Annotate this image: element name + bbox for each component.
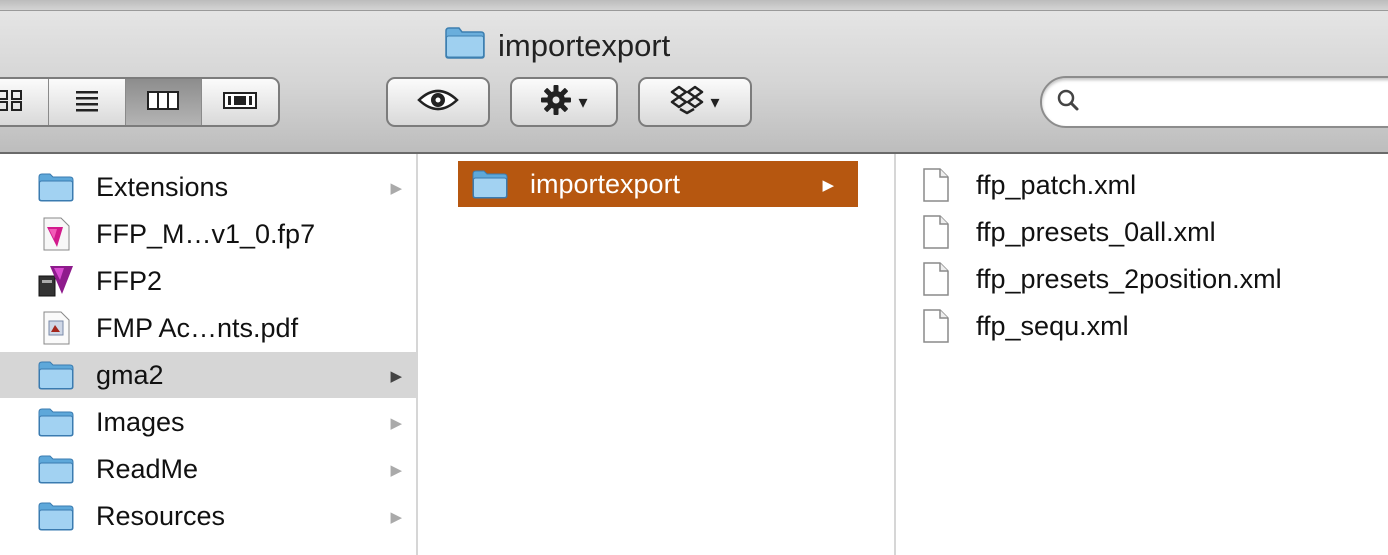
chevron-down-icon: ▾ bbox=[710, 92, 720, 112]
list-item-ffp-presets-0all[interactable]: ffp_presets_0all.xml bbox=[898, 209, 1388, 255]
item-label: Extensions bbox=[96, 171, 229, 202]
dropbox-icon bbox=[670, 85, 704, 120]
folder-icon bbox=[38, 170, 74, 204]
disclosure-arrow-icon: ▶ bbox=[390, 368, 402, 385]
folder-icon bbox=[38, 358, 74, 392]
list-item-ffp-patch[interactable]: ffp_patch.xml bbox=[898, 162, 1388, 208]
item-label: FFP2 bbox=[96, 265, 163, 296]
view-mode-segmented-control bbox=[0, 77, 280, 127]
item-label: ffp_patch.xml bbox=[976, 169, 1137, 200]
list-item-readme[interactable]: ReadMe ▶ bbox=[0, 446, 418, 492]
browser-column-2[interactable]: importexport ▶ bbox=[420, 154, 896, 555]
item-label: ffp_presets_2position.xml bbox=[976, 263, 1282, 294]
dropbox-menu-button[interactable]: ▾ bbox=[638, 77, 752, 127]
list-view-icon bbox=[72, 88, 102, 117]
disclosure-arrow-icon: ▶ bbox=[390, 180, 402, 197]
gear-icon bbox=[540, 84, 572, 121]
icon-view-icon bbox=[0, 88, 25, 117]
list-item-ffp-m-v1-0[interactable]: FFP_M…v1_0.fp7 bbox=[0, 211, 418, 257]
filemaker-app-icon bbox=[38, 264, 74, 298]
disclosure-arrow-icon: ▶ bbox=[390, 462, 402, 479]
list-item-images[interactable]: Images ▶ bbox=[0, 399, 418, 445]
folder-icon bbox=[38, 499, 74, 533]
cover-flow-icon bbox=[222, 88, 258, 117]
document-icon bbox=[918, 309, 954, 343]
finder-toolbar: importexport ▾ ▾ bbox=[0, 0, 1388, 154]
search-icon bbox=[1056, 88, 1080, 117]
item-label: importexport bbox=[530, 168, 681, 199]
item-label: ffp_presets_0all.xml bbox=[976, 216, 1216, 247]
browser-column-1[interactable]: Extensions ▶ FFP_M…v1_0.fp7 FFP2 FMP Ac…… bbox=[0, 154, 418, 555]
disclosure-arrow-icon: ▶ bbox=[822, 177, 834, 194]
cover-flow-view-button[interactable] bbox=[202, 79, 278, 125]
search-input[interactable] bbox=[1088, 87, 1388, 117]
item-label: ReadMe bbox=[96, 453, 199, 484]
chevron-down-icon: ▾ bbox=[578, 92, 588, 112]
window-title-text: importexport bbox=[498, 28, 671, 63]
document-icon bbox=[918, 215, 954, 249]
item-label: FFP_M…v1_0.fp7 bbox=[96, 218, 316, 249]
item-label: FMP Ac…nts.pdf bbox=[96, 312, 299, 343]
list-item-ffp-presets-2position[interactable]: ffp_presets_2position.xml bbox=[898, 256, 1388, 302]
item-label: Resources bbox=[96, 500, 226, 531]
action-menu-button[interactable]: ▾ bbox=[510, 77, 618, 127]
browser-column-3[interactable]: ffp_patch.xml ffp_presets_0all.xml ffp_p… bbox=[898, 154, 1388, 555]
folder-icon bbox=[472, 167, 508, 201]
column-view-button[interactable] bbox=[125, 79, 203, 125]
folder-icon bbox=[38, 405, 74, 439]
list-item-fmp-pdf[interactable]: FMP Ac…nts.pdf bbox=[0, 305, 418, 351]
item-label: gma2 bbox=[96, 359, 164, 390]
list-view-button[interactable] bbox=[49, 79, 126, 125]
list-item-ffp2[interactable]: FFP2 bbox=[0, 258, 418, 304]
pdf-icon bbox=[38, 311, 74, 345]
document-icon bbox=[918, 168, 954, 202]
list-item-importexport[interactable]: importexport ▶ bbox=[458, 161, 858, 207]
list-item-extensions[interactable]: Extensions ▶ bbox=[0, 164, 418, 210]
document-icon bbox=[918, 262, 954, 296]
window-title: importexport bbox=[444, 26, 670, 66]
window-top-strip bbox=[0, 0, 1388, 11]
list-item-ffp-sequ[interactable]: ffp_sequ.xml bbox=[898, 303, 1388, 349]
item-label: Images bbox=[96, 406, 185, 437]
column-view-icon bbox=[146, 88, 180, 117]
disclosure-arrow-icon: ▶ bbox=[390, 509, 402, 526]
list-item-gma2[interactable]: gma2 ▶ bbox=[0, 352, 418, 398]
search-field[interactable] bbox=[1040, 76, 1388, 128]
item-label: ffp_sequ.xml bbox=[976, 310, 1129, 341]
folder-icon bbox=[38, 452, 74, 486]
folder-icon bbox=[444, 25, 486, 67]
icon-view-button[interactable] bbox=[0, 79, 49, 125]
quick-look-button[interactable] bbox=[386, 77, 490, 127]
disclosure-arrow-icon: ▶ bbox=[390, 415, 402, 432]
eye-icon bbox=[416, 87, 460, 118]
filemaker-doc-icon bbox=[38, 217, 74, 251]
list-item-resources[interactable]: Resources ▶ bbox=[0, 493, 418, 539]
